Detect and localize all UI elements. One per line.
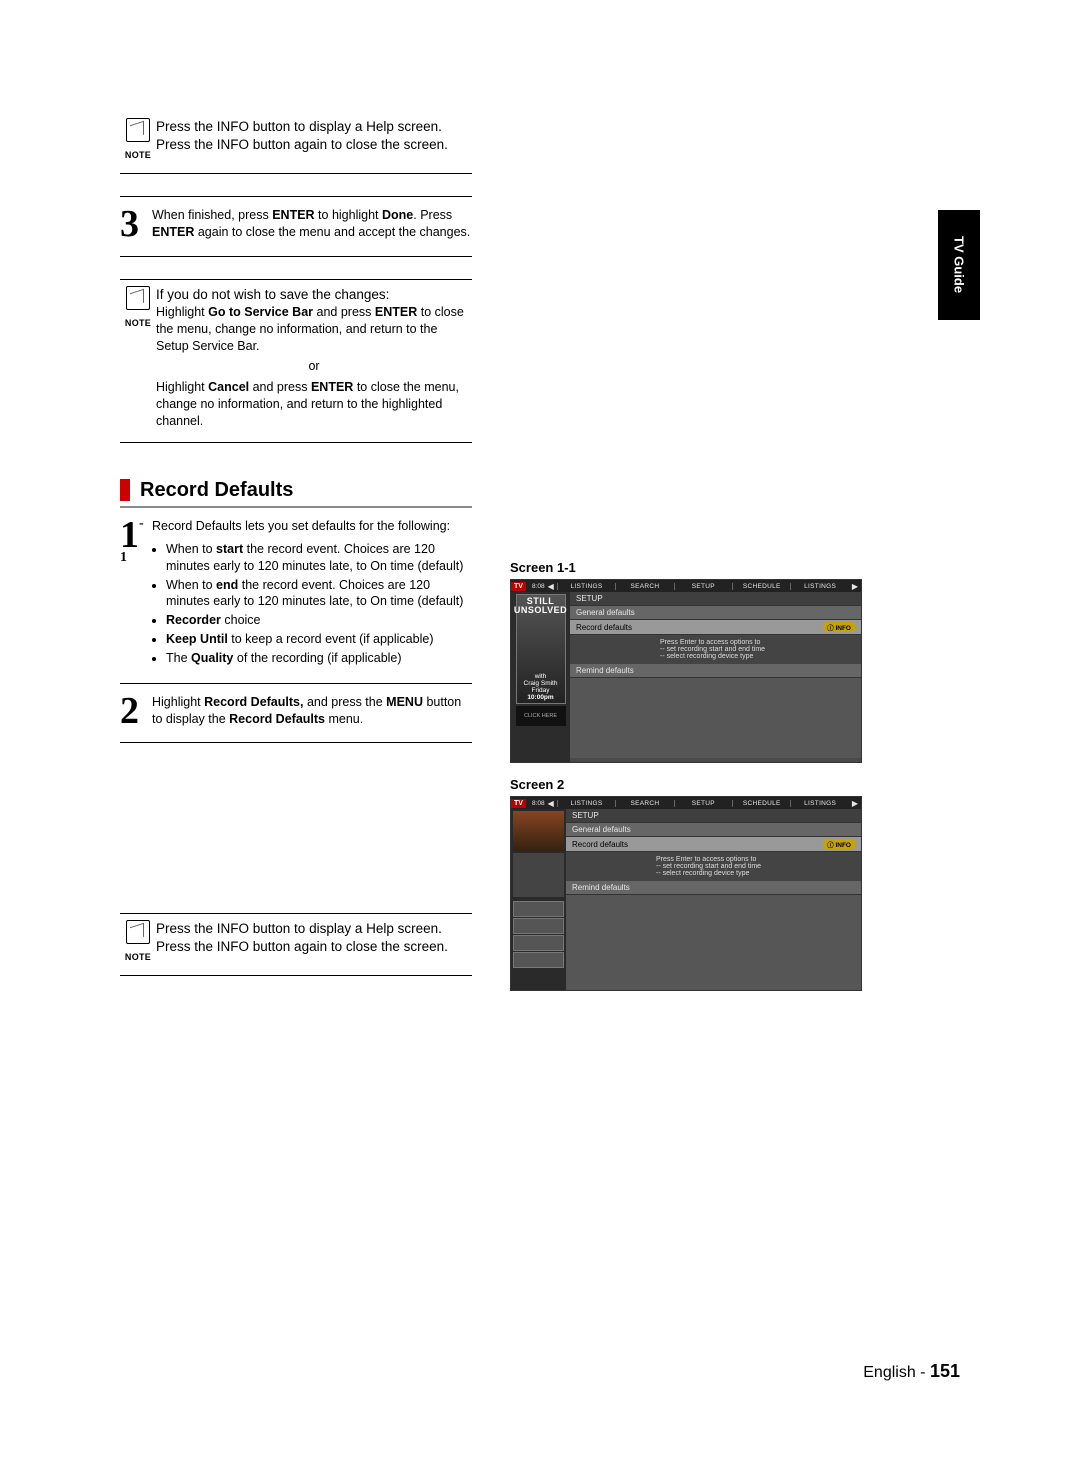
note-label: NOTE [120,317,156,329]
tv-mini-listings [513,853,564,897]
step-1: 1-1 Record Defaults lets you set default… [120,508,472,684]
tv-tab: SEARCH [615,800,673,807]
side-tab: TV Guide [938,210,980,320]
tv-side-panel [511,809,566,990]
tv-row-remind: Remind defaults [570,664,861,678]
tv-side-panel: STILL UNSOLVED with Craig Smith Friday 1… [511,592,570,762]
tv-thumb [513,918,564,934]
bullet-item: The Quality of the recording (if applica… [166,650,472,667]
tv-row-general: General defaults [566,823,861,837]
footer-lang: English - [863,1364,930,1381]
tv-thumb [513,901,564,917]
note-label: NOTE [120,951,156,963]
red-bar-icon [120,479,130,501]
screen-label-2: Screen 2 [510,777,860,792]
step-3-text: When finished, press ENTER to highlight … [150,207,472,241]
info-badge: ⓘ INFO [823,622,855,632]
note-icon [126,286,150,310]
note-text-1: Press the INFO button to display a Help … [156,118,472,161]
tv-row-record: Record defaults ⓘ INFO [566,837,861,852]
tv-tab: SETUP [674,583,732,590]
tv-screenshot-1: TV 8:08 ◀ LISTINGS SEARCH SETUP SCHEDULE… [510,579,862,763]
tv-logo: TV [511,799,526,808]
tv-tab: SCHEDULE [732,800,790,807]
tv-tab: SETUP [674,800,732,807]
step-number: 3 [120,207,150,241]
note-text-3: Press the INFO button to display a Help … [156,920,472,963]
step-number: 2 [120,694,150,728]
screen-label-1: Screen 1-1 [510,560,860,575]
page-number: 151 [930,1361,960,1381]
info-badge: ⓘ INFO [823,839,855,849]
tv-description: Press Enter to access options to -- set … [570,635,861,664]
tv-click-here: CLICK HERE [516,706,566,726]
tv-description: Press Enter to access options to -- set … [566,852,861,881]
tv-tab: SEARCH [615,583,673,590]
note-text-2: If you do not wish to save the changes: … [156,286,472,430]
step-2-text: Highlight Record Defaults, and press the… [150,694,472,728]
step-2: 2 Highlight Record Defaults, and press t… [120,684,472,743]
bullet-item: When to start the record event. Choices … [166,541,472,575]
tv-video-thumb [513,811,564,851]
step-3: 3 When finished, press ENTER to highligh… [120,196,472,256]
tv-tab: LISTINGS [557,800,615,807]
tv-row-record: Record defaults ⓘ INFO [570,620,861,635]
note-info-3: NOTE Press the INFO button to display a … [120,914,472,976]
tv-grid-area [566,895,861,990]
note-icon [126,118,150,142]
note-icon [126,920,150,944]
tv-topbar: TV 8:08 ◀ LISTINGS SEARCH SETUP SCHEDULE… [511,797,861,809]
tv-screenshot-2: TV 8:08 ◀ LISTINGS SEARCH SETUP SCHEDULE… [510,796,862,991]
tv-thumb [513,952,564,968]
tv-row-remind: Remind defaults [566,881,861,895]
tv-tab: SCHEDULE [732,583,790,590]
section-heading: Record Defaults [120,479,472,508]
bullet-item: When to end the record event. Choices ar… [166,577,472,611]
tv-row-setup: SETUP [570,592,861,606]
tv-thumb [513,935,564,951]
bullet-list: When to start the record event. Choices … [152,541,472,667]
page-footer: English - 151 [863,1361,960,1382]
tv-row-setup: SETUP [566,809,861,823]
note-info-2: NOTE If you do not wish to save the chan… [120,279,472,443]
step-number: 1-1 [120,518,150,669]
bullet-item: Recorder choice [166,612,472,629]
note-info-1: NOTE Press the INFO button to display a … [120,112,472,174]
tv-poster: STILL UNSOLVED with Craig Smith Friday 1… [516,594,566,704]
tv-logo: TV [511,582,526,591]
heading-text: Record Defaults [140,479,293,502]
tv-tab: LISTINGS [790,583,848,590]
tv-tab: LISTINGS [557,583,615,590]
note-label: NOTE [120,149,156,161]
tv-row-general: General defaults [570,606,861,620]
tv-topbar: TV 8:08 ◀ LISTINGS SEARCH SETUP SCHEDULE… [511,580,861,592]
tv-tab: LISTINGS [790,800,848,807]
step-1-text: Record Defaults lets you set defaults fo… [150,518,472,669]
bullet-item: Keep Until to keep a record event (if ap… [166,631,472,648]
tv-grid-area [570,678,861,758]
